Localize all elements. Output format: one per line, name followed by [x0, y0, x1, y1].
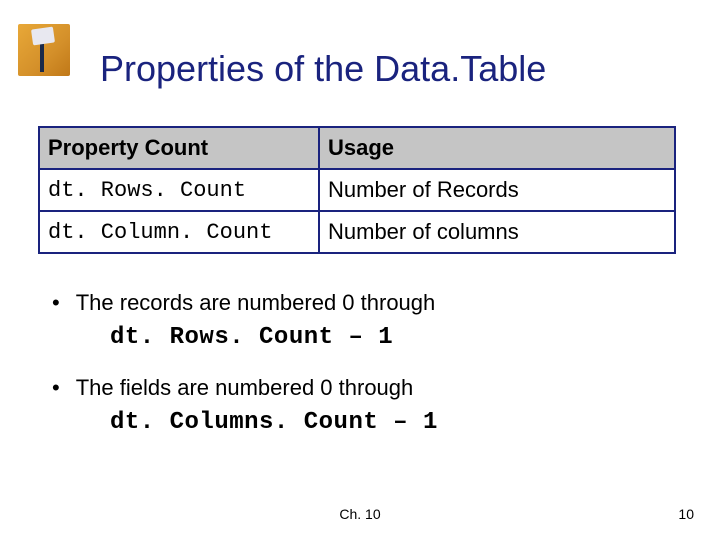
cell-usage: Number of columns: [319, 211, 675, 253]
cell-usage: Number of Records: [319, 169, 675, 211]
header-property: Property Count: [39, 127, 319, 169]
bullet-list: • The records are numbered 0 through dt.…: [52, 290, 672, 460]
bullet-text: The fields are numbered 0 through: [76, 375, 414, 400]
slide-title: Properties of the Data.Table: [100, 48, 546, 90]
slide-logo: [18, 24, 70, 76]
code-snippet: dt. Rows. Count – 1: [110, 324, 672, 351]
table-header-row: Property Count Usage: [39, 127, 675, 169]
table-row: dt. Rows. Count Number of Records: [39, 169, 675, 211]
bullet-text: The records are numbered 0 through: [76, 290, 436, 315]
list-item: • The records are numbered 0 through: [52, 290, 672, 316]
footer-page-number: 10: [678, 506, 694, 522]
list-item: • The fields are numbered 0 through: [52, 375, 672, 401]
code-snippet: dt. Columns. Count – 1: [110, 409, 672, 436]
bullet-icon: •: [52, 375, 70, 401]
table-row: dt. Column. Count Number of columns: [39, 211, 675, 253]
cell-property: dt. Rows. Count: [39, 169, 319, 211]
header-usage: Usage: [319, 127, 675, 169]
properties-table: Property Count Usage dt. Rows. Count Num…: [38, 126, 676, 254]
cell-property: dt. Column. Count: [39, 211, 319, 253]
bullet-icon: •: [52, 290, 70, 316]
footer-chapter: Ch. 10: [0, 506, 720, 522]
